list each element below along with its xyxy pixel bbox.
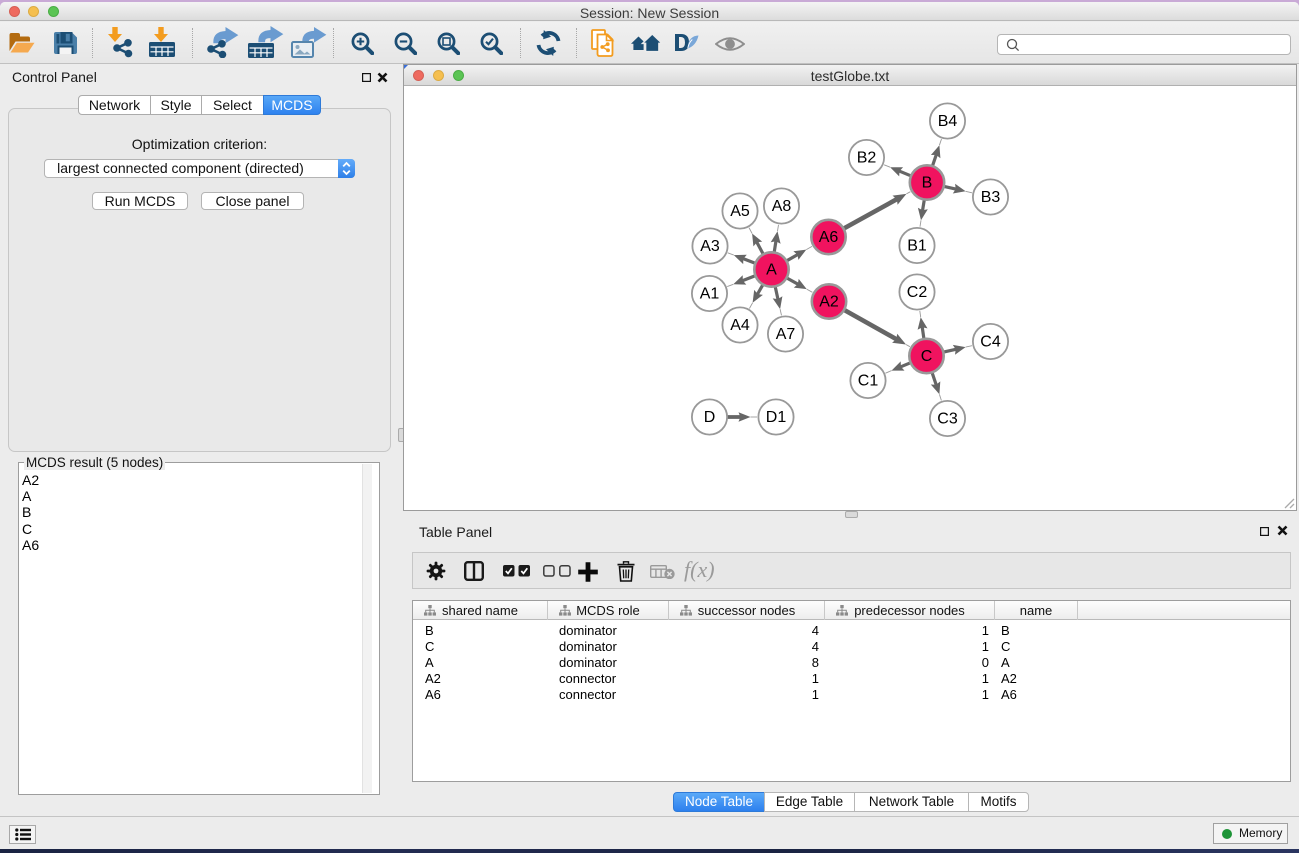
svg-text:C3: C3: [937, 411, 958, 428]
svg-text:A8: A8: [772, 198, 792, 215]
svg-text:C2: C2: [907, 284, 928, 301]
svg-text:A3: A3: [700, 238, 720, 255]
svg-text:D: D: [704, 409, 716, 426]
svg-text:B4: B4: [938, 113, 958, 130]
svg-text:C4: C4: [980, 334, 1001, 351]
svg-text:C1: C1: [858, 373, 879, 390]
svg-text:A5: A5: [730, 203, 750, 220]
svg-text:A7: A7: [776, 326, 796, 343]
svg-text:B: B: [922, 175, 933, 192]
svg-text:B2: B2: [857, 150, 877, 167]
svg-text:B3: B3: [981, 189, 1001, 206]
svg-text:A6: A6: [819, 229, 839, 246]
svg-text:A4: A4: [730, 317, 750, 334]
svg-text:A: A: [766, 262, 777, 279]
svg-text:D1: D1: [766, 409, 787, 426]
svg-text:C: C: [921, 348, 933, 365]
svg-text:B1: B1: [907, 238, 927, 255]
svg-text:A2: A2: [819, 294, 839, 311]
svg-text:A1: A1: [700, 286, 720, 303]
